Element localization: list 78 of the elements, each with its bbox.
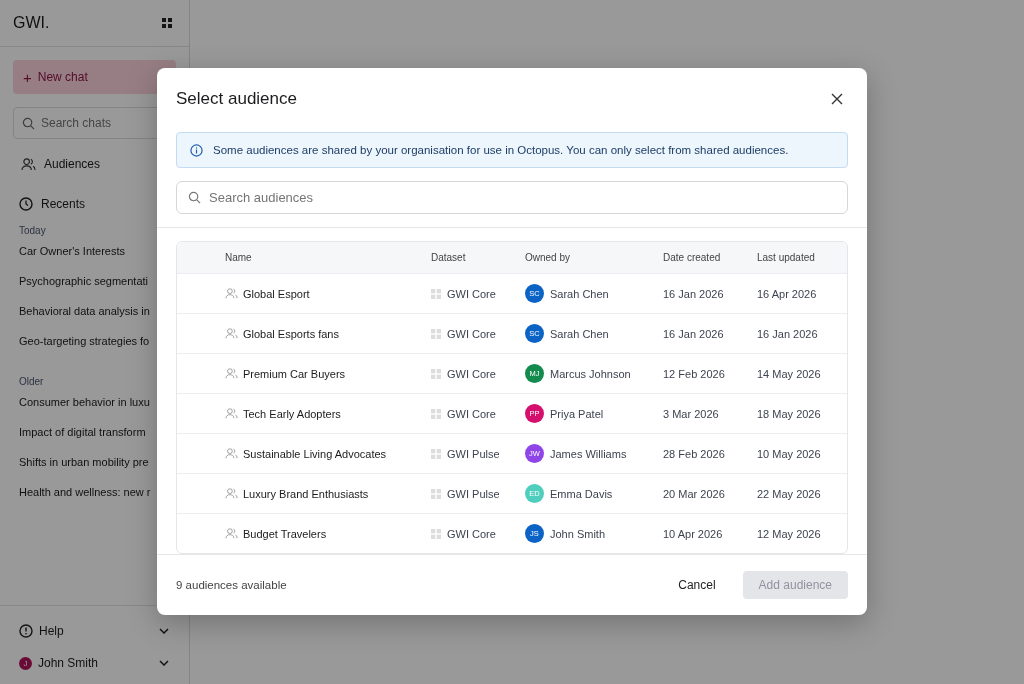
owner-name: James Williams <box>550 447 627 460</box>
cancel-button[interactable]: Cancel <box>666 570 728 600</box>
chevron-icon <box>159 660 169 666</box>
user-menu[interactable]: J John Smith <box>19 655 169 671</box>
dataset-name: GWI Core <box>447 407 496 420</box>
date-updated: 14 May 2026 <box>757 367 822 380</box>
clock-icon <box>19 197 33 211</box>
dataset-icon <box>431 448 441 459</box>
info-icon <box>190 143 203 157</box>
column-header: Dataset <box>431 252 467 263</box>
people-icon <box>225 528 238 539</box>
audiences-link[interactable]: Audiences <box>13 157 176 171</box>
date-created: 3 Mar 2026 <box>663 407 720 420</box>
owner-name: Emma Davis <box>550 487 613 500</box>
date-updated: 16 Apr 2026 <box>757 287 818 300</box>
date-created: 10 Apr 2026 <box>663 527 724 540</box>
group-label: Today <box>19 225 47 236</box>
date-created: 12 Feb 2026 <box>663 367 726 380</box>
dataset-icon <box>431 328 441 339</box>
owner-name: John Smith <box>550 527 606 540</box>
dataset-icon <box>431 288 441 299</box>
audience-name: Global Esport <box>243 287 310 300</box>
audience-count: 9 audiences available <box>176 579 288 591</box>
info-text: Some audiences are shared by your organisation for use in Octopus. You can only select from shared audiences. <box>213 144 789 156</box>
close-icon[interactable] <box>831 93 843 105</box>
people-icon <box>225 488 238 499</box>
column-header: Last updated <box>757 252 816 263</box>
date-updated: 12 May 2026 <box>757 527 822 540</box>
dataset-name: GWI Core <box>447 367 496 380</box>
dataset-name: GWI Pulse <box>447 487 500 500</box>
audience-name: Budget Travelers <box>243 527 327 540</box>
dataset-icon <box>431 488 441 499</box>
people-icon <box>225 448 238 459</box>
audience-name: Luxury Brand Enthusiasts <box>243 487 369 500</box>
help-menu[interactable]: Help <box>19 623 169 639</box>
group-label: Older <box>19 376 45 387</box>
logo[interactable]: GWI. <box>13 14 50 32</box>
dataset-icon <box>431 528 441 539</box>
date-updated: 10 May 2026 <box>757 447 822 460</box>
recents-heading: Recents <box>41 197 86 211</box>
column-header: Date created <box>663 252 722 263</box>
dataset-name: GWI Core <box>447 327 496 340</box>
dialog-title: Select audience <box>176 89 297 109</box>
owner-name: Sarah Chen <box>550 287 609 300</box>
date-updated: 22 May 2026 <box>757 487 822 500</box>
audience-name: Sustainable Living Advocates <box>243 447 387 460</box>
grid-icon[interactable] <box>162 18 172 28</box>
column-header: Name <box>225 252 253 263</box>
help-icon <box>19 624 33 638</box>
date-created: 16 Jan 2026 <box>663 327 725 340</box>
audience-name: Global Esports fans <box>243 327 339 340</box>
dataset-icon <box>431 408 441 419</box>
date-updated: 18 May 2026 <box>757 407 822 420</box>
people-icon <box>225 408 238 419</box>
search-field[interactable]: Search audiences <box>176 181 848 214</box>
search-icon <box>188 191 201 204</box>
search-icon <box>22 117 35 130</box>
people-icon <box>225 328 238 339</box>
date-updated: 16 Jan 2026 <box>757 327 819 340</box>
audience-name: Premium Car Buyers <box>243 367 346 380</box>
new-chat-button[interactable]: + New chat <box>13 60 176 94</box>
dataset-name: GWI Core <box>447 527 496 540</box>
date-created: 28 Feb 2026 <box>663 447 726 460</box>
owner-name: Marcus Johnson <box>550 367 631 380</box>
audience-name: Tech Early Adopters <box>243 407 341 420</box>
dataset-name: GWI Pulse <box>447 447 500 460</box>
people-icon <box>21 157 36 171</box>
date-created: 16 Jan 2026 <box>663 287 725 300</box>
chevron-icon <box>159 628 169 634</box>
owner-name: Sarah Chen <box>550 327 609 340</box>
column-header: Owned by <box>525 252 572 263</box>
date-created: 20 Mar 2026 <box>663 487 726 500</box>
owner-name: Priya Patel <box>550 407 604 420</box>
dataset-name: GWI Core <box>447 287 496 300</box>
people-icon <box>225 288 238 299</box>
avatar: J <box>19 656 32 670</box>
dataset-icon <box>431 368 441 379</box>
people-icon <box>225 368 238 379</box>
